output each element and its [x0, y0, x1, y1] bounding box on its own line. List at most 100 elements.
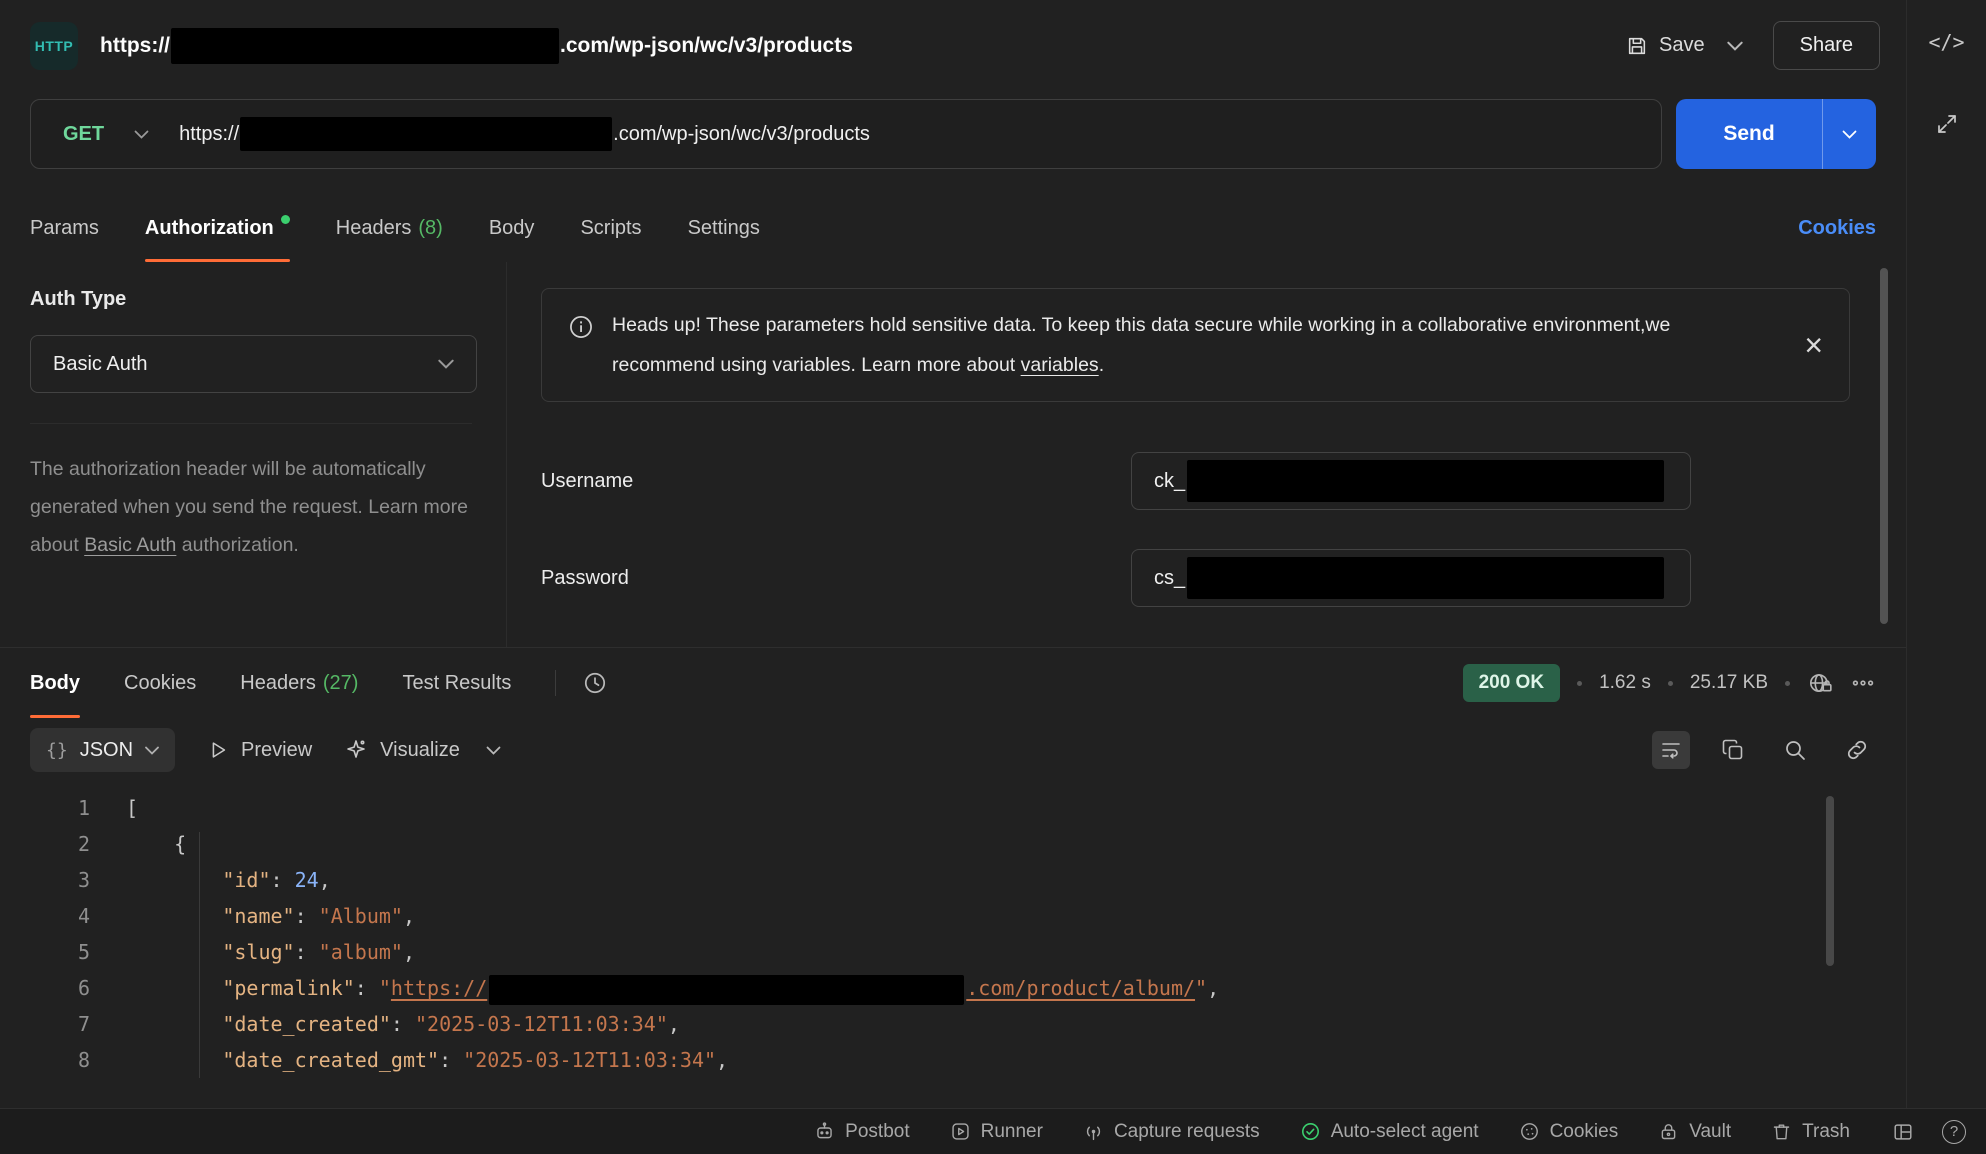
response-body-editor[interactable]: 1[2 {3 "id": 24,4 "name": "Album",5 "slu…: [0, 782, 1906, 1108]
chevron-down-icon: [1842, 130, 1857, 139]
banner-text-tail: .: [1099, 354, 1104, 376]
method-selector[interactable]: GET: [31, 123, 179, 146]
wrap-lines-button[interactable]: [1652, 731, 1690, 769]
response-meta: 200 OK 1.62 s 25.17 KB: [1463, 648, 1876, 718]
banner-text: Heads up! These parameters hold sensitiv…: [612, 305, 1682, 385]
banner-close-button[interactable]: ×: [1804, 329, 1823, 361]
dot-separator: [1577, 681, 1582, 686]
dot-separator: [1668, 681, 1673, 686]
copy-button[interactable]: [1714, 731, 1752, 769]
vault-label: Vault: [1689, 1121, 1731, 1143]
response-format-select[interactable]: {} JSON: [30, 728, 175, 772]
save-options-chevron[interactable]: [1727, 41, 1743, 51]
check-circle-icon: [1300, 1121, 1321, 1142]
status-bar: Postbot Runner Capture requests Auto-sel…: [0, 1108, 1986, 1154]
request-title-prefix: https://: [100, 34, 170, 58]
response-time: 1.62 s: [1599, 672, 1651, 694]
view-options-chevron[interactable]: [486, 746, 501, 755]
auto-select-agent-button[interactable]: Auto-select agent: [1300, 1121, 1479, 1143]
braces-icon: {}: [46, 740, 68, 761]
cookies-link[interactable]: Cookies: [1798, 217, 1876, 240]
globe-lock-icon: [1807, 670, 1833, 696]
chevron-down-icon: [486, 746, 501, 755]
postbot-icon: [814, 1121, 835, 1142]
send-button[interactable]: Send: [1676, 99, 1822, 169]
preview-label: Preview: [241, 739, 312, 762]
tab-settings[interactable]: Settings: [688, 195, 760, 262]
response-action-icons: [1652, 731, 1876, 769]
search-button[interactable]: [1776, 731, 1814, 769]
response-tab-cookies[interactable]: Cookies: [124, 648, 196, 718]
help-button[interactable]: ?: [1942, 1120, 1966, 1144]
postbot-button[interactable]: Postbot: [814, 1121, 909, 1143]
username-input[interactable]: ck_: [1131, 452, 1691, 510]
right-sidebar: </>: [1906, 0, 1986, 1108]
response-tabs: Body Cookies Headers (27) Test Results: [0, 648, 1906, 718]
banner-text-body: Heads up! These parameters hold sensitiv…: [612, 314, 1670, 376]
password-input[interactable]: cs_: [1131, 549, 1691, 607]
search-icon: [1783, 738, 1807, 762]
username-row: Username ck_: [541, 452, 1850, 510]
auth-type-label: Auth Type: [30, 288, 472, 311]
response-tab-body[interactable]: Body: [30, 648, 80, 718]
tab-authorization[interactable]: Authorization: [145, 195, 290, 262]
save-label: Save: [1659, 34, 1705, 57]
sensitive-data-banner: Heads up! These parameters hold sensitiv…: [541, 288, 1850, 402]
response-tab-test-results[interactable]: Test Results: [402, 648, 511, 718]
code-snippet-button[interactable]: </>: [1928, 30, 1964, 54]
panel-layout-button[interactable]: [1892, 1121, 1914, 1143]
workspace: HTTP https:// .com/wp-json/wc/v3/product…: [0, 0, 1986, 1108]
request-title-suffix: .com/wp-json/wc/v3/products: [560, 34, 853, 58]
scrollbar[interactable]: [1880, 268, 1888, 624]
preview-button[interactable]: Preview: [207, 739, 312, 762]
runner-button[interactable]: Runner: [950, 1121, 1043, 1143]
more-options-button[interactable]: [1850, 670, 1876, 696]
network-info-button[interactable]: [1807, 670, 1833, 696]
response-history-button[interactable]: [582, 670, 608, 696]
http-request-icon: HTTP: [30, 22, 78, 70]
auth-type-select[interactable]: Basic Auth: [30, 335, 477, 393]
trash-button[interactable]: Trash: [1771, 1121, 1850, 1143]
redaction-bar: [171, 28, 559, 64]
response-size: 25.17 KB: [1690, 672, 1768, 694]
editor-scrollbar[interactable]: [1826, 796, 1834, 966]
divider: [30, 423, 472, 424]
redaction-bar: [489, 975, 964, 1005]
send-button-group: Send: [1676, 99, 1876, 169]
visualize-button[interactable]: Visualize: [344, 738, 460, 762]
response-tab-headers[interactable]: Headers (27): [240, 648, 358, 718]
trash-icon: [1771, 1121, 1792, 1142]
share-button[interactable]: Share: [1773, 21, 1880, 70]
request-title: https:// .com/wp-json/wc/v3/products: [100, 28, 853, 64]
request-tabs: Params Authorization Headers (8) Body Sc…: [0, 195, 1906, 262]
expand-panel-button[interactable]: [1935, 112, 1959, 136]
save-icon: [1626, 35, 1648, 57]
tab-params[interactable]: Params: [30, 195, 99, 262]
vault-button[interactable]: Vault: [1658, 1121, 1731, 1143]
auth-configured-dot: [281, 215, 290, 224]
tab-body[interactable]: Body: [489, 195, 535, 262]
wrap-lines-icon: [1659, 738, 1683, 762]
send-options-chevron[interactable]: [1822, 99, 1876, 169]
indent-guide: [199, 832, 200, 1078]
authorization-panel: Auth Type Basic Auth The authorization h…: [0, 262, 1906, 647]
topbar: HTTP https:// .com/wp-json/wc/v3/product…: [0, 0, 1906, 91]
username-label: Username: [541, 470, 1131, 493]
visualize-label: Visualize: [380, 739, 460, 762]
variables-link[interactable]: variables: [1021, 354, 1099, 376]
format-label: JSON: [80, 739, 133, 762]
link-button[interactable]: [1838, 731, 1876, 769]
cookies-button[interactable]: Cookies: [1519, 1121, 1619, 1143]
runner-icon: [950, 1121, 971, 1142]
password-row: Password cs_: [541, 549, 1850, 607]
code-icon: </>: [1928, 30, 1964, 54]
capture-requests-button[interactable]: Capture requests: [1083, 1121, 1260, 1143]
save-button[interactable]: Save: [1626, 34, 1705, 57]
basic-auth-link[interactable]: Basic Auth: [84, 534, 176, 556]
tab-scripts[interactable]: Scripts: [580, 195, 641, 262]
response-tab-tests-label: Test Results: [402, 672, 511, 695]
close-icon: ×: [1804, 329, 1823, 361]
chevron-down-icon: [145, 746, 159, 755]
tab-headers[interactable]: Headers (8): [336, 195, 443, 262]
url-input[interactable]: https:// .com/wp-json/wc/v3/products: [179, 117, 870, 151]
